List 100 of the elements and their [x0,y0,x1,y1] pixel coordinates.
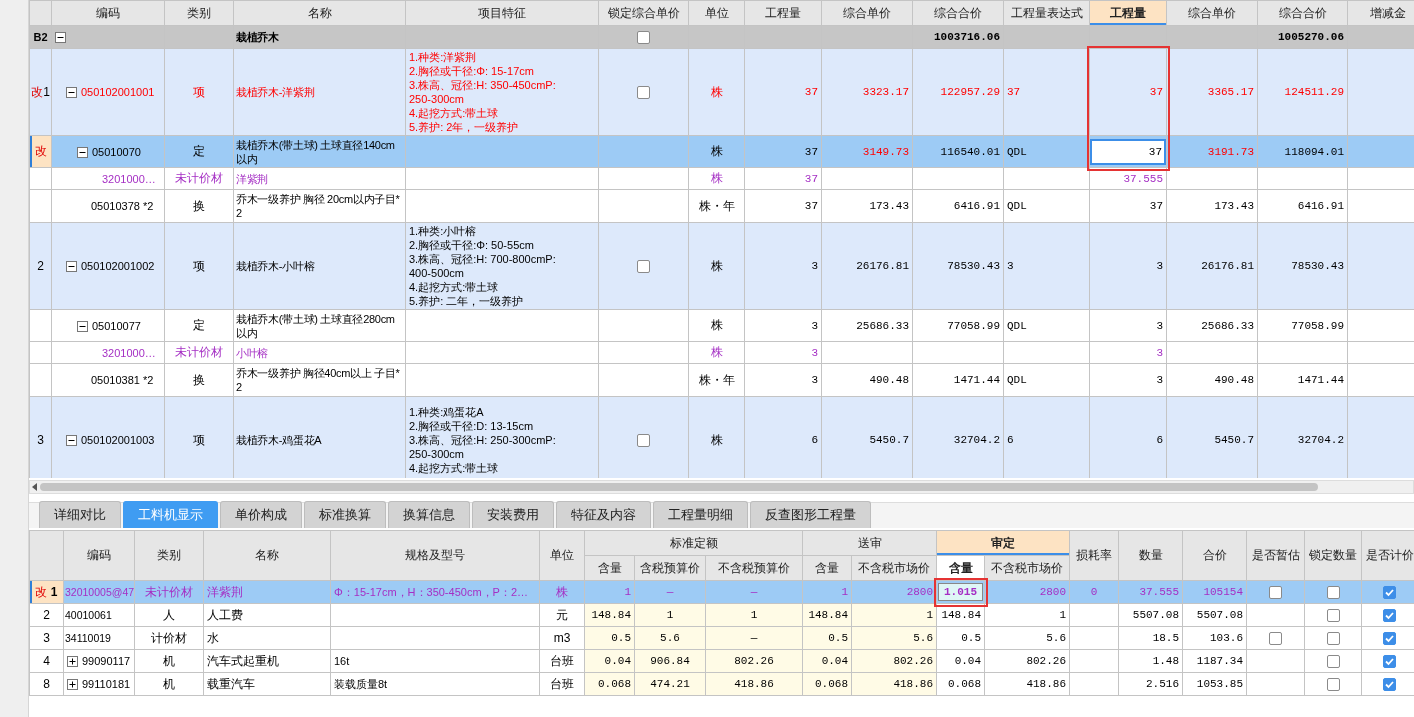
table-cell: 未计价材 [164,167,234,190]
minus-box-icon[interactable] [55,32,66,44]
checkbox[interactable] [637,86,650,100]
checkbox[interactable] [1383,678,1397,692]
table-row[interactable]: B2 栽植乔木 1003716.06 1005270.06 [29,25,1414,49]
table-cell: 3 [744,222,822,310]
tab[interactable]: 标准换算 [304,501,386,528]
table-row[interactable]: 2 40010061 人 人工费 元 148.84 1 1 148.84 1 148.84 1 5507.08 5507.08 [29,603,1414,627]
checkbox[interactable] [637,434,650,448]
table-cell: 装载质量8t [330,672,540,696]
table-row[interactable]: 改 05010070 定 栽植乔木(带土球) 土球直径140cm以内 株 37 3149.73 116540.01 QDL 37 3191.73 118094.01 [29,135,1414,168]
checkbox[interactable] [1326,678,1340,692]
table-cell: 项 [164,396,234,478]
table-row[interactable]: 3 050102001003 项 栽植乔木-鸡蛋花A 1.种类:鸡蛋花A 2.胸径或干径:D: 13-15cm 3.株高、冠径:H: 250-300cmP: 250-300cm 4.起挖方式:带土球 株 6 5450.7 32704.2 6 6 5450.7 32704.2 [29,396,1414,478]
table-cell: 1.种类:小叶榕 2.胸径或干径:Φ: 50-55cm 3.株高、冠径:H: 700-800cmP: 400-500cm 4.起挖方式:带土球 5.养护: 二年，一级养护 [405,222,599,310]
minus-box-icon[interactable] [66,261,77,273]
quantity-field[interactable]: 37 [1090,138,1166,165]
table-cell: QDL [1003,363,1090,397]
column-header[interactable]: 是否暂估 [1246,530,1305,581]
table-cell: 乔木一级养护 胸径40cm以上 子目*2 [233,363,406,397]
table-row[interactable]: 8 99110181 机 载重汽车 装载质量8t 台班 0.068 474.21 418.86 0.068 418.86 0.068 418.86 2.516 1053.85 [29,672,1414,696]
column-header[interactable]: 编码 [63,530,135,581]
column-header[interactable]: 工程量表达式 [1003,0,1090,26]
column-header[interactable]: 名称 [203,530,331,581]
table-cell: 6416.91 [1257,189,1348,223]
column-header[interactable]: 增减金 [1347,0,1414,26]
plus-box-icon[interactable] [67,656,78,668]
table-cell: 人工费 [203,603,331,627]
table-cell: 载重汽车 [203,672,331,696]
column-header[interactable]: 项目特征 [405,0,599,26]
column-header[interactable]: 合价 [1182,530,1247,581]
tab[interactable]: 详细对比 [39,501,121,528]
table-cell: 栽植乔木-小叶榕 [233,222,406,310]
column-header[interactable]: 是否计价 [1361,530,1414,581]
checkbox[interactable] [1269,632,1283,646]
column-header[interactable]: 名称 [233,0,406,26]
checkbox[interactable] [1326,632,1340,646]
column-header[interactable]: 不含税预算价 [705,555,803,581]
checkbox[interactable] [637,31,650,45]
table-row[interactable]: 3201000… 未计价材 小叶榕 株 3 3 [29,341,1414,364]
table-row[interactable]: 4 99090117 机 汽车式起重机 16t 台班 0.04 906.84 802.26 0.04 802.26 0.04 802.26 1.48 1187.34 [29,649,1414,673]
column-header[interactable]: 综合合价 [1257,0,1348,26]
checkbox[interactable] [637,260,650,274]
scrollbar-thumb[interactable] [40,483,1318,491]
checkbox[interactable] [1383,655,1397,669]
checkbox[interactable] [1326,655,1340,669]
column-header[interactable]: 综合单价 [1166,0,1258,26]
checkbox[interactable] [1383,586,1397,600]
column-header[interactable]: 单位 [688,0,745,26]
table-cell: 3 [1089,222,1167,310]
tab[interactable]: 特征及内容 [556,501,651,528]
checkbox[interactable] [1326,586,1340,600]
table-cell: 32704.2 [912,396,1004,478]
column-header[interactable]: 综合单价 [821,0,913,26]
table-cell: 418.86 [984,672,1070,696]
column-header[interactable]: 锁定数量 [1304,530,1362,581]
table-cell: 1 [984,603,1070,627]
table-row[interactable]: 3 34110019 计价材 水 m3 0.5 5.6 — 0.5 5.6 0.5 5.6 18.5 103.6 [29,626,1414,650]
column-header[interactable]: 类别 [134,530,204,581]
item-code: 05010077 [92,319,141,332]
table-row[interactable]: 改1 050102001001 项 栽植乔木-洋紫荆 1.种类:洋紫荆 2.胸径或干径:Φ: 15-17cm 3.株高、冠径:H: 350-450cmP: 250-300cm 4.起挖方式:带土球 5.养护: 2年，一级养护 株 37 3323.17 122957.29 37 37 3365.17 124511.29 [29,48,1414,136]
plus-box-icon[interactable] [67,679,78,691]
tab[interactable]: 反查图形工程量 [750,501,871,528]
item-code: 05010381 *2 [91,374,154,386]
checkbox[interactable] [1269,586,1283,600]
minus-box-icon[interactable] [66,435,77,447]
table-cell: 3 [1089,341,1167,364]
tab[interactable]: 工程量明细 [653,501,748,528]
column-header[interactable]: 单位 [539,530,585,581]
tab[interactable]: 单价构成 [220,501,302,528]
tab[interactable]: 换算信息 [388,501,470,528]
table-row[interactable]: 3201000… 未计价材 洋紫荆 株 37 37.555 [29,167,1414,190]
minus-box-icon[interactable] [77,320,88,332]
table-cell: 37 [1089,48,1167,136]
checkbox[interactable] [1383,632,1397,646]
column-header[interactable]: 类别 [164,0,234,26]
table-row[interactable]: 05010381 *2 换 乔木一级养护 胸径40cm以上 子目*2 株・年 3 490.48 1471.44 QDL 3 490.48 1471.44 [29,363,1414,397]
table-row[interactable]: 改 1 32010005@47 未计价材 洋紫荆 Φ：15-17cm，H：350-450cm，P：2… 株 1 — — 1 2800 1.015 2800 0 37.555 105154 [29,580,1414,604]
table-row[interactable]: 2 050102001002 项 栽植乔木-小叶榕 1.种类:小叶榕 2.胸径或干径:Φ: 50-55cm 3.株高、冠径:H: 700-800cmP: 400-500cm 4.起挖方式:带土球 5.养护: 二年，一级养护 株 3 26176.81 78530.43 3 3 26176.81 78530.43 [29,222,1414,310]
minus-box-icon[interactable] [66,87,77,99]
column-header[interactable]: 编码 [51,0,165,26]
table-cell: 3 [1089,309,1167,342]
column-header[interactable]: 规格及型号 [330,530,540,581]
table-cell: 1187.34 [1182,649,1247,673]
row-header: 4 [29,649,64,673]
table-row[interactable]: 05010378 *2 换 乔木一级养护 胸径 20cm以内子目*2 株・年 37 173.43 6416.91 QDL 37 173.43 6416.91 [29,189,1414,223]
column-header[interactable]: 损耗率 [1069,530,1119,581]
column-header[interactable]: 工程量 [744,0,822,26]
table-row[interactable]: 05010077 定 栽植乔木(带土球) 土球直径280cm以内 株 3 25686.33 77058.99 QDL 3 25686.33 77058.99 [29,309,1414,342]
column-header[interactable]: 综合合价 [912,0,1004,26]
left-arrow-icon[interactable] [32,483,37,491]
tab[interactable]: 安装费用 [472,501,554,528]
column-header[interactable]: 锁定综合单价 [598,0,689,26]
column-header[interactable]: 数量 [1118,530,1183,581]
quantity-field[interactable]: 1.015 [938,583,984,601]
column-header[interactable]: 工程量 [1089,0,1167,26]
checkbox[interactable] [1383,609,1397,623]
checkbox[interactable] [1326,609,1340,623]
horizontal-scrollbar[interactable] [29,480,1414,494]
minus-box-icon[interactable] [77,146,88,158]
